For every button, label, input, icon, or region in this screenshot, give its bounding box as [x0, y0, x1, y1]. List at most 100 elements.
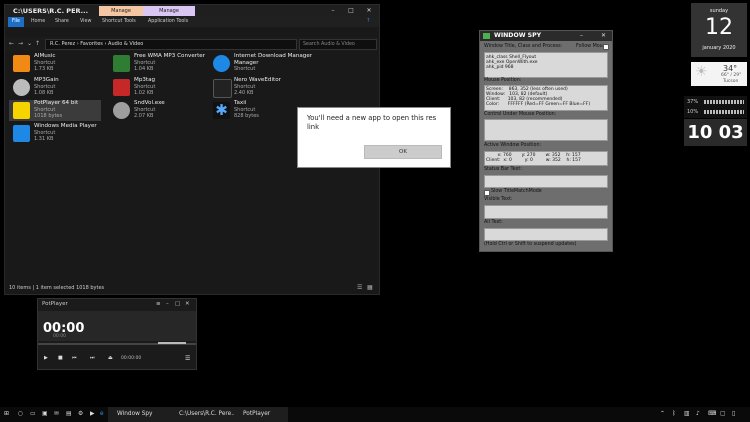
mouse-position-box[interactable]: Screen: 863, 352 (less often used) Windo… — [484, 85, 608, 111]
slow-titlematch-checkbox[interactable] — [484, 190, 490, 196]
mouse-position-text: Screen: 863, 352 (less often used) Windo… — [486, 87, 591, 107]
breadcrumb[interactable]: R.C. Perez › Favorites › Audio & Video — [50, 41, 143, 48]
mail-icon[interactable]: ✉ — [54, 407, 59, 422]
search-icon[interactable]: ○ — [18, 407, 23, 422]
bluetooth-icon[interactable]: ᛒ — [672, 407, 675, 422]
tab-view[interactable]: View — [80, 18, 91, 26]
details-view-icon[interactable]: ☰ — [357, 284, 362, 291]
close-button[interactable]: ✕ — [361, 6, 377, 15]
task-view-icon[interactable]: ▭ — [30, 407, 35, 422]
start-icon[interactable]: ⊞ — [4, 407, 9, 422]
idm-icon — [213, 55, 230, 72]
taskbar-item-window-spy[interactable]: Window Spy — [108, 407, 177, 422]
minimize-button[interactable]: – — [325, 6, 341, 15]
search-input[interactable]: Search Audio & Video — [299, 39, 377, 50]
playlist-icon[interactable]: ☰ — [185, 355, 190, 362]
position-display: 00:00:00 — [121, 356, 142, 361]
network-icon[interactable]: ▥ — [684, 407, 689, 422]
spy-title-box[interactable]: ahk_class Shell_Flyout ahk_exe OpenWith.… — [484, 52, 608, 78]
taskbar-item-potplayer[interactable]: PotPlayer — [234, 407, 288, 422]
file-item[interactable]: Free WMA MP3 Converter Shortcut 1.04 KB — [109, 53, 209, 74]
speaker-icon — [113, 102, 130, 119]
help-icon[interactable]: ? — [367, 18, 370, 26]
manage-application-tab[interactable]: Manage — [143, 6, 195, 16]
minimize-button[interactable]: – — [580, 32, 583, 39]
tab-file[interactable]: File — [8, 17, 24, 27]
tab-application-tools[interactable]: Application Tools — [148, 18, 188, 26]
cpu-value: 37% — [687, 99, 699, 105]
all-text-box[interactable] — [484, 228, 608, 241]
tray-icon[interactable]: ⌃ — [660, 407, 665, 422]
file-name: MP3Gain — [34, 77, 59, 83]
close-button[interactable]: ✕ — [601, 32, 606, 39]
volume-slider[interactable] — [158, 342, 186, 344]
maximize-button[interactable]: □ — [175, 301, 180, 307]
file-item[interactable]: Windows Media Player Shortcut 1.31 KB — [9, 123, 101, 144]
file-item[interactable]: MP3Gain Shortcut 1.08 KB — [9, 77, 101, 98]
file-name: AIMusic — [34, 53, 56, 59]
maximize-button[interactable]: □ — [343, 6, 359, 15]
tab-home[interactable]: Home — [31, 18, 45, 26]
keyboard-icon[interactable]: ⌨ — [708, 407, 716, 422]
play-icon[interactable]: ▶ — [44, 355, 48, 361]
file-size: 1.02 KB — [134, 90, 154, 96]
up-icon[interactable]: ↑ — [35, 40, 40, 47]
wma-converter-icon — [113, 55, 130, 72]
explorer-pin-icon[interactable]: ▤ — [66, 407, 71, 422]
tab-share[interactable]: Share — [55, 18, 69, 26]
forward-icon[interactable]: → — [18, 40, 23, 47]
notification-icon[interactable]: ▢ — [720, 407, 725, 422]
file-size: 1.73 KB — [34, 66, 54, 72]
explorer-titlebar[interactable]: C:\USERS\R.C. PER... Manage Manage – □ ✕ — [5, 5, 379, 17]
file-item[interactable]: SndVol.exe Shortcut 2.07 KB — [109, 100, 201, 121]
menu-icon[interactable]: ≡ — [156, 301, 161, 307]
volume-icon[interactable]: ♪ — [696, 407, 700, 422]
file-name: SndVol.exe — [134, 100, 165, 106]
status-bar-box[interactable] — [484, 175, 608, 188]
manage-shortcut-tab[interactable]: Manage — [99, 6, 143, 16]
previous-icon[interactable]: ⏮ — [72, 355, 77, 361]
store-icon[interactable]: ▣ — [42, 407, 47, 422]
follow-mouse-checkbox[interactable] — [603, 44, 609, 50]
clock-gadget: 10 03 — [684, 119, 747, 146]
file-name: Free WMA MP3 Converter — [134, 53, 206, 59]
file-item[interactable]: AIMusic Shortcut 1.73 KB — [9, 53, 101, 74]
control-box[interactable] — [484, 119, 608, 141]
media-icon[interactable]: ▶ — [90, 407, 94, 422]
wmp-icon — [13, 125, 30, 142]
close-button[interactable]: ✕ — [185, 301, 190, 307]
minimize-button[interactable]: – — [166, 301, 169, 307]
window-spy-window: WINDOW SPY – ✕ Window Title, Class and P… — [479, 30, 613, 252]
spy-titlebar[interactable]: WINDOW SPY – ✕ — [480, 31, 612, 41]
visible-text-box[interactable] — [484, 205, 608, 219]
file-item[interactable]: Nero WaveEditor Shortcut 2.40 KB — [209, 77, 301, 98]
file-size: 1018 bytes — [34, 113, 63, 119]
recent-chevron-icon[interactable]: ⌄ — [27, 40, 32, 47]
show-desktop-icon[interactable]: ▯ — [732, 407, 735, 422]
settings-icon[interactable]: ⚙ — [78, 407, 83, 422]
taskbar-item-explorer[interactable]: C:\Users\R.C. Pere... — [170, 407, 239, 422]
address-box[interactable]: R.C. Perez › Favorites › Audio & Video — [45, 39, 297, 50]
back-icon[interactable]: ← — [9, 40, 14, 47]
file-name: Mp3tag — [134, 77, 156, 83]
active-window-box[interactable]: x: 760 y: 270 w: 352 h: 157 Client: x: 0… — [484, 151, 608, 166]
stop-icon[interactable]: ■ — [58, 355, 63, 361]
file-name: Taxii — [234, 100, 247, 106]
tab-shortcut-tools[interactable]: Shortcut Tools — [102, 18, 136, 26]
edge-icon[interactable]: e — [100, 407, 104, 422]
file-size: 828 bytes — [234, 113, 259, 119]
sun-icon: ☀ — [695, 64, 708, 80]
ribbon-tabs: File Home Share View Shortcut Tools Appl… — [5, 17, 379, 27]
ram-value: 10% — [687, 109, 699, 115]
file-item-selected[interactable]: PotPlayer 64 bit Shortcut 1018 bytes — [9, 100, 101, 121]
next-icon[interactable]: ⏭ — [90, 355, 95, 361]
ok-button[interactable]: OK — [364, 145, 442, 159]
eject-icon[interactable]: ⏏ — [108, 355, 113, 361]
large-icons-view-icon[interactable]: ▦ — [367, 284, 373, 291]
calendar-gadget: sunday 12 january 2020 — [691, 3, 747, 57]
file-size: 2.07 KB — [134, 113, 154, 119]
file-item[interactable]: ✱ Taxii Shortcut 828 bytes — [209, 100, 301, 121]
search-placeholder: Search Audio & Video — [303, 42, 355, 47]
file-item[interactable]: Mp3tag Shortcut 1.02 KB — [109, 77, 201, 98]
spy-footer: (Hold Ctrl or Shift to suspend updates) — [484, 242, 577, 247]
